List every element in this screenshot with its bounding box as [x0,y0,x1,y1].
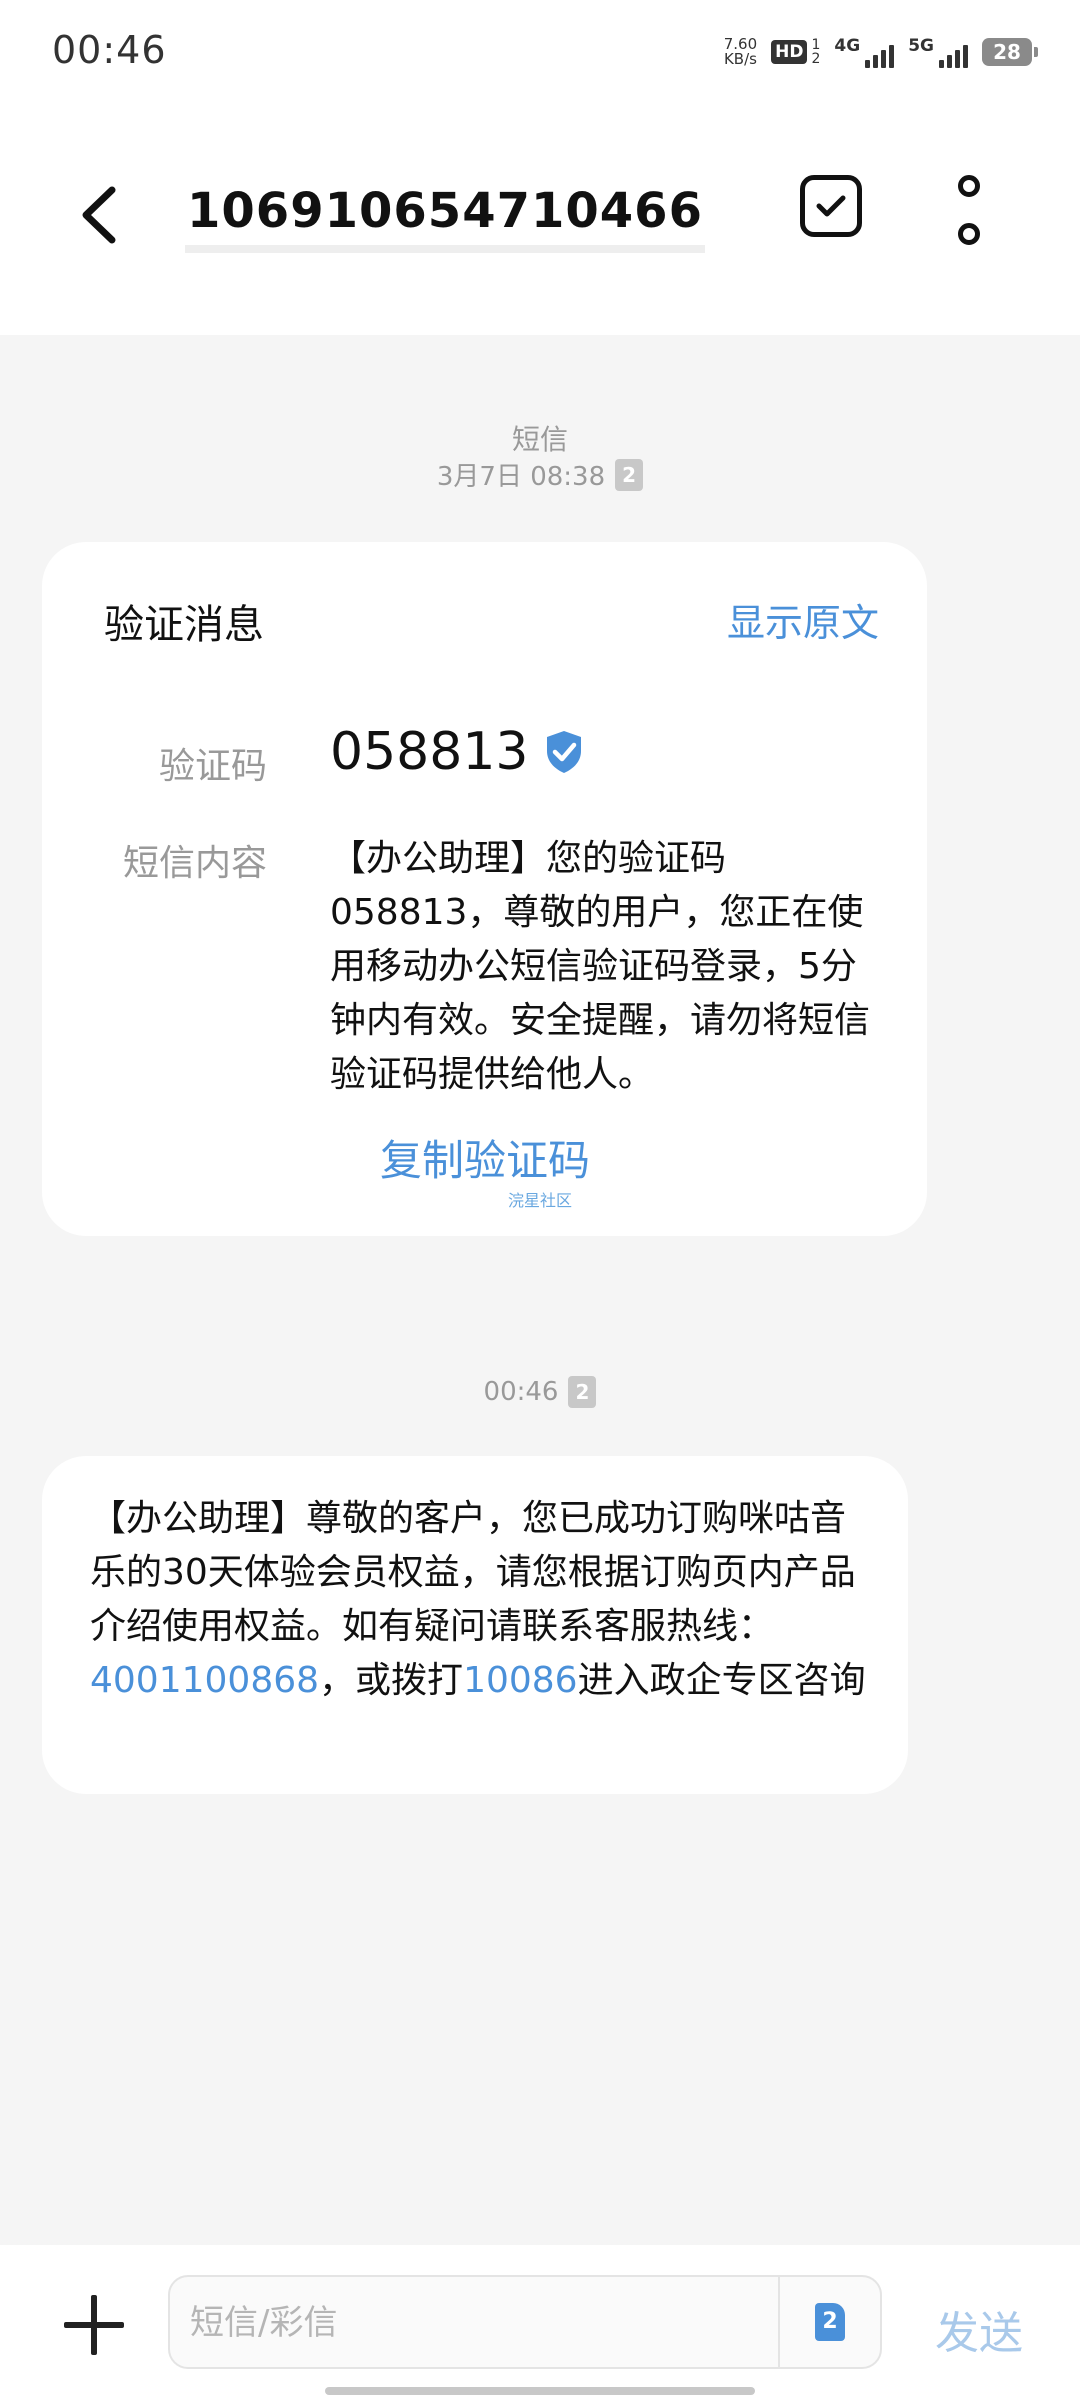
net-speed: 7.60 KB/s [724,37,757,67]
more-options-button[interactable] [944,175,994,245]
sim-select-button[interactable]: 2 [778,2277,880,2367]
copy-code-button[interactable]: 复制验证码 [380,1127,590,1188]
timestamp: 00:46 [483,1377,559,1407]
sig1-label: 4G [834,36,861,56]
message-text-part: ，或拨打 [319,1660,464,1701]
status-bar: 00:46 7.60 KB/s HD 1 2 4G 5G 28 [0,0,1080,105]
service-number-link[interactable]: 10086 [463,1660,578,1701]
conversation-header: 106910654710466 [0,105,1080,335]
more-dot-icon [958,223,980,245]
timestamp-row-1: 3月7日 08:38 2 [0,456,1080,493]
verified-shield-icon [546,731,581,773]
select-messages-button[interactable] [800,175,862,237]
signal-icon-sim2: 5G [908,36,968,68]
status-time: 00:46 [52,28,167,72]
hd-volte-icon: HD [771,40,808,64]
back-arrow-icon [82,186,116,244]
hotline-phone-link[interactable]: 4001100868 [90,1660,319,1701]
message-text-part: 【办公助理】尊敬的客户，您已成功订购咪咕音乐的30天体验会员权益，请您根据订购页… [90,1498,856,1647]
signal-icon-sim1: 4G [834,36,895,68]
sim-badge-icon: 2 [615,458,644,491]
sim-badge-icon: 2 [568,1376,597,1408]
code-label: 验证码 [158,746,267,787]
message-text-part: 进入政企专区咨询 [577,1660,866,1701]
sms-content: 【办公助理】您的验证码058813，尊敬的用户，您正在使用移动办公短信验证码登录… [330,838,871,1095]
message-text: 【办公助理】尊敬的客户，您已成功订购咪咕音乐的30天体验会员权益，请您根据订购页… [90,1492,880,1708]
message-type-label: 短信 [511,423,568,456]
verification-code-value: 058813 [330,722,529,782]
net-speed-unit: KB/s [723,50,757,68]
verification-message-card[interactable]: 验证消息 显示原文 验证码 058813 短信内容 【办公助理】您的验证码058… [42,542,927,1236]
sim-card-icon: 2 [815,2303,845,2341]
back-button[interactable] [70,180,130,250]
sig2-label: 5G [908,36,934,56]
battery-level: 28 [993,40,1021,64]
content-label: 短信内容 [122,843,267,884]
compose-input-container: 2 [168,2275,882,2369]
more-dot-icon [958,175,980,197]
contact-number-title[interactable]: 106910654710466 [185,183,705,253]
verification-card-title: 验证消息 [104,602,264,648]
checkbox-icon [816,195,846,217]
status-icons: 7.60 KB/s HD 1 2 4G 5G 28 [724,32,1038,72]
hd-sim-bottom: 2 [811,51,821,67]
battery-icon: 28 [982,38,1038,66]
message-composer: 2 发送 [0,2245,1080,2400]
verification-code: 058813 [330,722,585,782]
home-indicator[interactable] [325,2387,755,2395]
message-bubble[interactable]: 【办公助理】尊敬的客户，您已成功订购咪咕音乐的30天体验会员权益，请您根据订购页… [42,1456,908,1794]
compose-input[interactable] [188,2277,752,2369]
watermark: 浣星社区 [508,1191,573,1210]
hd-sim-indicator: 1 2 [811,38,820,66]
hd-sim-top: 1 [811,37,821,53]
send-button[interactable]: 发送 [935,2297,1023,2361]
show-original-button[interactable]: 显示原文 [727,592,879,647]
timestamp-row-2: 00:46 2 [0,1376,1080,1408]
add-attachment-button[interactable] [64,2295,124,2355]
timestamp: 3月7日 08:38 [436,462,606,492]
